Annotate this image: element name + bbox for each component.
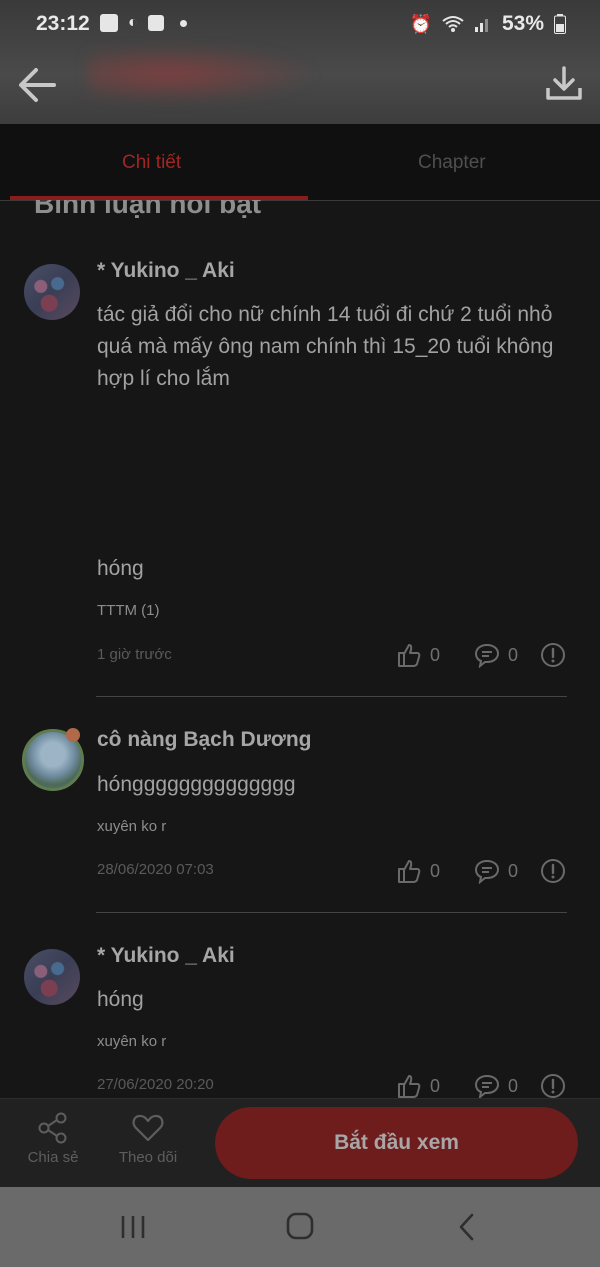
- comments-section[interactable]: Bình luận nổi bật * Yukino _ Aki tác giả…: [0, 200, 600, 1098]
- comment-text: hóngggggggggggggg: [97, 773, 296, 796]
- comment-reply-preview[interactable]: xuyên ko r: [97, 818, 166, 835]
- bottom-action-bar: Chia sẻ Theo dõi Bắt đầu xem: [0, 1098, 600, 1188]
- download-icon[interactable]: [544, 64, 584, 104]
- comment-username[interactable]: * Yukino _ Aki: [97, 259, 235, 283]
- reply-button[interactable]: 0: [474, 858, 518, 884]
- tab-details[interactable]: Chi tiết: [122, 152, 181, 174]
- back-nav-icon[interactable]: [446, 1207, 490, 1247]
- gallery-icon: [100, 14, 118, 32]
- comment-divider: [96, 696, 567, 697]
- follow-label: Theo dõi: [118, 1149, 178, 1166]
- reply-count: 0: [508, 860, 519, 881]
- thumbs-up-icon: [398, 644, 421, 667]
- battery-percent: 53%: [501, 12, 544, 35]
- comment-username[interactable]: * Yukino _ Aki: [97, 944, 235, 968]
- signal-icon: [474, 19, 488, 32]
- alarm-icon: ⏰: [409, 13, 432, 34]
- like-count: 0: [430, 644, 441, 665]
- start-reading-button[interactable]: Bắt đầu xem: [215, 1107, 578, 1179]
- comment-icon: [475, 1074, 500, 1098]
- status-time: 23:12: [36, 12, 90, 35]
- share-button[interactable]: Chia sẻ: [13, 1111, 93, 1166]
- home-icon[interactable]: [278, 1207, 322, 1247]
- comment-divider: [96, 912, 567, 913]
- status-system-icons: ⏰ 53%: [410, 12, 566, 36]
- comment-time: 28/06/2020 07:03: [97, 861, 214, 878]
- comment-actions: 0 0: [396, 641, 578, 669]
- comment-icon: [475, 643, 500, 668]
- status-bar: 23:12 ◐ ⏰ 53%: [0, 0, 600, 48]
- share-label: Chia sẻ: [27, 1149, 79, 1166]
- recent-apps-icon[interactable]: [111, 1207, 155, 1247]
- report-icon: [541, 859, 566, 883]
- report-icon: [541, 1074, 566, 1098]
- report-button[interactable]: [540, 858, 566, 884]
- report-button[interactable]: [540, 1073, 566, 1098]
- moon-icon: ◐: [128, 14, 138, 31]
- comment-icon: [475, 859, 500, 884]
- blurred-title-image: [88, 44, 318, 104]
- status-notification-icons: ◐: [100, 14, 187, 32]
- section-title: Bình luận nổi bật: [34, 200, 262, 219]
- top-app-area: 23:12 ◐ ⏰ 53%: [0, 0, 600, 124]
- avatar[interactable]: [24, 264, 80, 320]
- comment-time: 1 giờ trước: [97, 646, 172, 663]
- comment-reply-preview[interactable]: TTTM (1): [97, 602, 159, 619]
- comment-time: 27/06/2020 20:20: [97, 1076, 214, 1093]
- heart-icon: [132, 1114, 164, 1142]
- report-button[interactable]: [540, 642, 566, 668]
- comment-actions: 0 0: [396, 1072, 578, 1098]
- like-count: 0: [430, 860, 441, 881]
- follow-button[interactable]: Theo dõi: [108, 1111, 188, 1166]
- reply-button[interactable]: 0: [474, 1073, 518, 1098]
- thumbs-up-icon: [398, 860, 421, 883]
- tab-chapter[interactable]: Chapter: [418, 152, 486, 174]
- comment-extra-text: hóng: [97, 557, 144, 580]
- comment-actions: 0 0: [396, 857, 578, 885]
- comment-text: tác giả đổi cho nữ chính 14 tuổi đi chứ …: [97, 303, 554, 390]
- reply-count: 0: [508, 1075, 519, 1096]
- like-button[interactable]: 0: [396, 642, 440, 668]
- like-count: 0: [430, 1075, 441, 1096]
- like-button[interactable]: 0: [396, 1073, 440, 1098]
- share-icon: [38, 1112, 67, 1144]
- tab-bar: Chi tiết Chapter: [0, 124, 600, 201]
- avatar[interactable]: [24, 949, 80, 1005]
- reply-count: 0: [508, 644, 519, 665]
- comment-reply-preview[interactable]: xuyên ko r: [97, 1033, 166, 1050]
- reply-button[interactable]: 0: [474, 642, 518, 668]
- like-button[interactable]: 0: [396, 858, 440, 884]
- thumbs-up-icon: [398, 1075, 421, 1098]
- system-navigation-bar: [0, 1187, 600, 1267]
- report-icon: [541, 643, 566, 667]
- comment-username[interactable]: cô nàng Bạch Dương: [97, 728, 311, 752]
- wifi-icon: [442, 16, 464, 32]
- battery-icon: [554, 14, 566, 34]
- avatar-badge-icon: [66, 728, 80, 742]
- facebook-icon: [147, 15, 164, 31]
- arrow-left-icon[interactable]: [14, 62, 60, 108]
- comment-text: hóng: [97, 988, 144, 1011]
- notification-dot-icon: [179, 19, 187, 27]
